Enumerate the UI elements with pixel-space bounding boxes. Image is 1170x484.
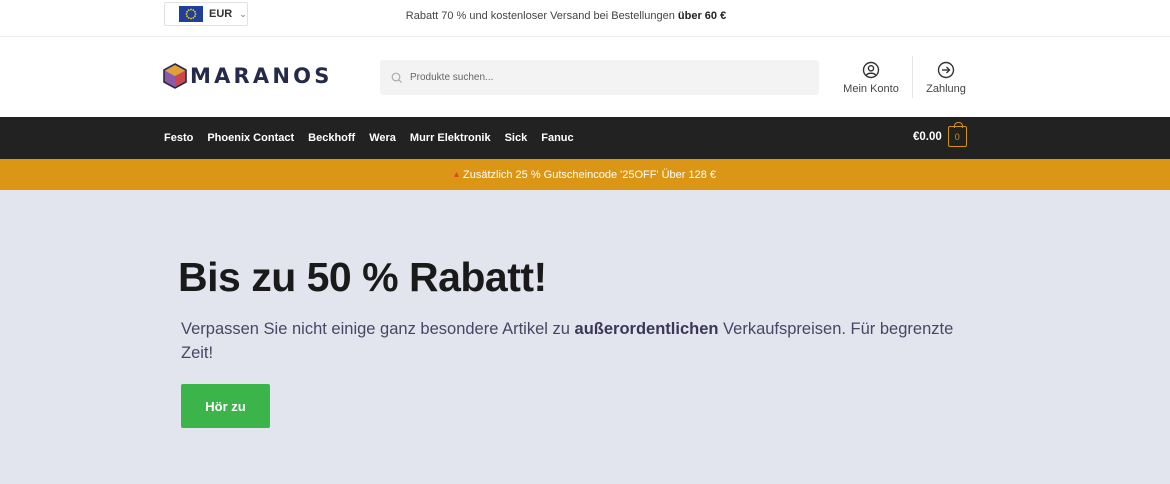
- shopping-bag-icon: 0: [947, 122, 967, 147]
- product-search: [380, 60, 819, 95]
- search-icon: [391, 72, 402, 83]
- logo-cube-icon: [163, 63, 187, 89]
- logo-text: MARANOS: [190, 64, 333, 88]
- nav-item-wera[interactable]: Wera: [369, 132, 396, 144]
- arrow-right-circle-icon: [937, 61, 955, 79]
- header-divider: [912, 56, 913, 98]
- cart-button[interactable]: €0.00 0: [913, 122, 967, 147]
- cart-total: €0.00: [913, 130, 942, 143]
- hero-desc-prefix: Verpassen Sie nicht einige ganz besonder…: [181, 320, 575, 338]
- shipping-promo-text: Rabatt 70 % und kostenloser Versand bei …: [0, 10, 1132, 22]
- search-input[interactable]: [410, 72, 790, 83]
- checkout-label: Zahlung: [926, 83, 966, 95]
- nav-item-murr-elektronik[interactable]: Murr Elektronik: [410, 132, 491, 144]
- nav-item-sick[interactable]: Sick: [505, 132, 528, 144]
- fire-icon: ▴: [453, 169, 459, 180]
- promo-text-bold: über 60 €: [677, 10, 727, 22]
- checkout-link[interactable]: Zahlung: [923, 61, 969, 95]
- nav-item-festo[interactable]: Festo: [164, 132, 193, 144]
- site-header: MARANOS Mein Konto Zahlung: [0, 37, 1170, 117]
- my-account-label: Mein Konto: [843, 83, 899, 95]
- promo-text-prefix: Rabatt 70 % und kostenloser Versand bei …: [405, 10, 675, 22]
- hero-desc-bold: außerordentlichen: [574, 320, 719, 338]
- hero-title: Bis zu 50 % Rabatt!: [178, 254, 547, 300]
- user-circle-icon: [862, 61, 880, 79]
- hero-cta-button[interactable]: Hör zu: [181, 384, 270, 428]
- hero-section: Bis zu 50 % Rabatt! Verpassen Sie nicht …: [0, 190, 1170, 484]
- my-account-link[interactable]: Mein Konto: [843, 61, 899, 95]
- coupon-text: Zusätzlich 25 % Gutscheincode '25OFF' Üb…: [462, 168, 717, 181]
- coupon-banner: ▴ Zusätzlich 25 % Gutscheincode '25OFF' …: [0, 159, 1170, 190]
- top-bar: EUR ⌄ Rabatt 70 % und kostenloser Versan…: [0, 0, 1170, 37]
- nav-item-phoenix-contact[interactable]: Phoenix Contact: [207, 132, 294, 144]
- cart-count: 0: [954, 131, 960, 142]
- nav-item-beckhoff[interactable]: Beckhoff: [308, 132, 355, 144]
- nav-menu: Festo Phoenix Contact Beckhoff Wera Murr…: [164, 117, 588, 159]
- hero-description: Verpassen Sie nicht einige ganz besonder…: [181, 317, 971, 365]
- main-navigation: Festo Phoenix Contact Beckhoff Wera Murr…: [0, 117, 1170, 159]
- site-logo[interactable]: MARANOS: [163, 63, 333, 89]
- nav-item-fanuc[interactable]: Fanuc: [541, 132, 573, 144]
